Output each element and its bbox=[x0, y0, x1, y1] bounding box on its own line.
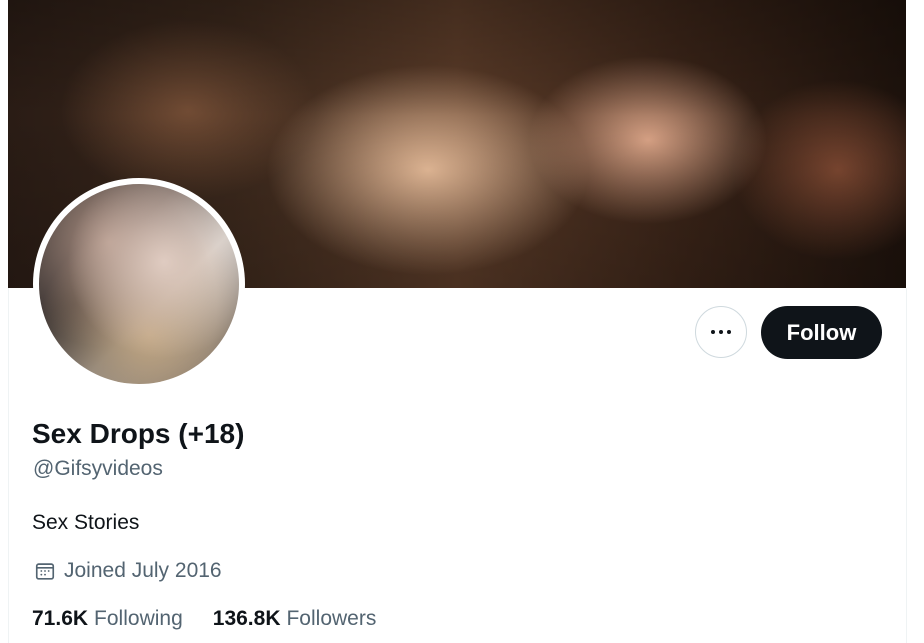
more-horizontal-icon bbox=[711, 330, 731, 334]
follow-button[interactable]: Follow bbox=[761, 306, 882, 359]
joined-date-text: Joined July 2016 bbox=[64, 559, 222, 582]
profile-bio: Sex Stories bbox=[32, 511, 140, 534]
right-border bbox=[906, 288, 907, 643]
following-link[interactable]: 71.6K Following bbox=[32, 606, 183, 632]
calendar-icon bbox=[35, 563, 55, 580]
joined-date: Joined July 2016 bbox=[34, 558, 222, 584]
following-count: 71.6K bbox=[32, 607, 89, 630]
followers-link[interactable]: 136.8K Followers bbox=[213, 606, 377, 632]
more-options-button[interactable] bbox=[695, 306, 747, 358]
profile-display-name: Sex Drops (+18) bbox=[32, 418, 245, 449]
profile-page: Follow Sex Drops (+18) @Gifsyvideos Sex … bbox=[0, 0, 924, 643]
followers-label: Followers bbox=[286, 607, 377, 630]
profile-handle: @Gifsyvideos bbox=[33, 457, 163, 480]
following-label: Following bbox=[94, 607, 183, 630]
profile-avatar-frame[interactable] bbox=[33, 178, 245, 390]
profile-avatar[interactable] bbox=[39, 184, 239, 384]
followers-count: 136.8K bbox=[212, 607, 281, 630]
left-border bbox=[8, 288, 9, 643]
profile-stats: 71.6K Following 136.8K Followers bbox=[32, 606, 376, 632]
